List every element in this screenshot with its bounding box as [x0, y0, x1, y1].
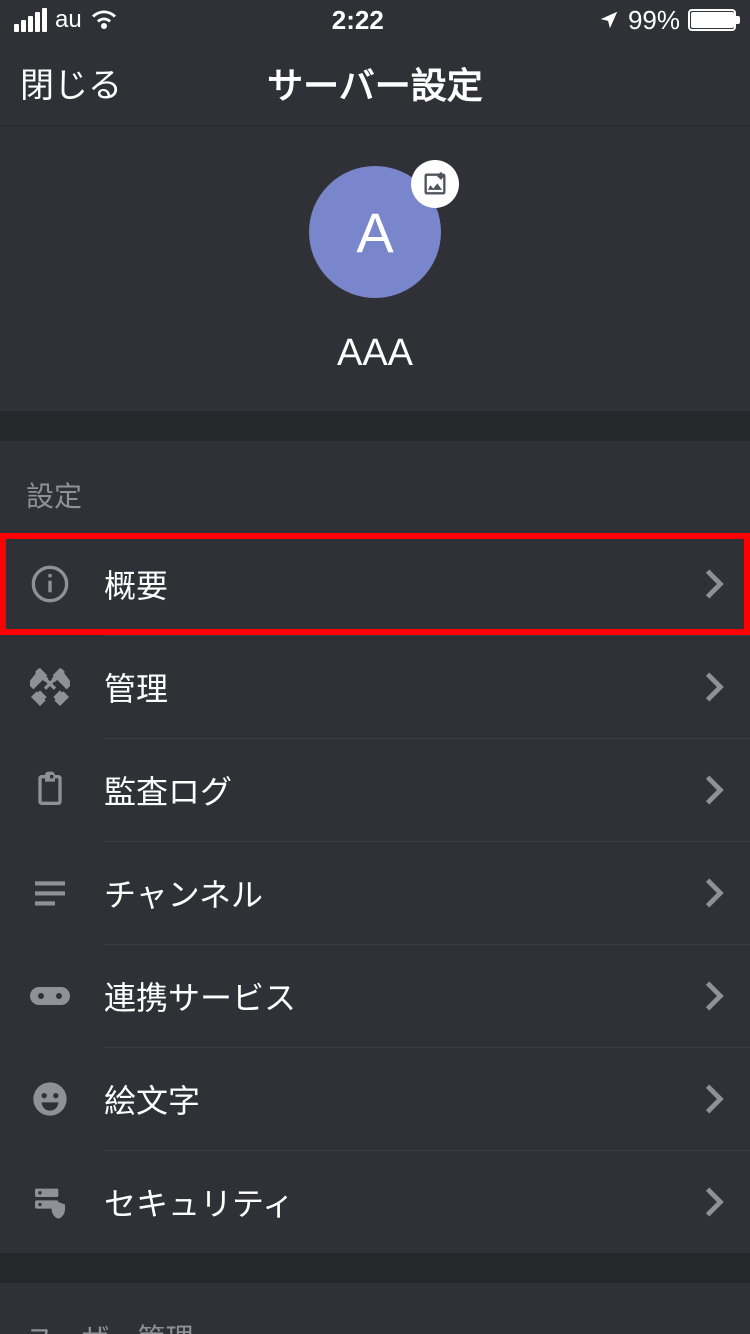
row-emoji[interactable]: 絵文字 — [0, 1048, 750, 1150]
location-icon — [598, 9, 620, 31]
close-button[interactable]: 閉じる — [20, 58, 122, 107]
status-left: au — [14, 6, 118, 34]
row-integrations[interactable]: 連携サービス — [0, 945, 750, 1047]
row-label: 絵文字 — [104, 1076, 704, 1122]
upload-image-icon[interactable] — [411, 160, 459, 208]
battery-icon — [688, 9, 736, 31]
server-name: AAA — [0, 332, 750, 375]
row-channel[interactable]: チャンネル — [0, 842, 750, 944]
emoji-icon — [26, 1079, 74, 1119]
list-icon — [26, 873, 74, 913]
section-label-settings: 設定 — [0, 441, 750, 533]
chevron-right-icon — [704, 1186, 724, 1218]
chevron-right-icon — [704, 774, 724, 806]
chevron-right-icon — [704, 568, 724, 600]
row-manage[interactable]: 管理 — [0, 636, 750, 738]
section-label-user-mgmt: ユーザー管理 — [0, 1283, 750, 1334]
row-label: チャンネル — [104, 870, 704, 916]
crossed-swords-icon — [26, 667, 74, 707]
chevron-right-icon — [704, 671, 724, 703]
server-shield-icon — [26, 1182, 74, 1222]
row-label: 管理 — [104, 664, 704, 710]
info-icon — [26, 564, 74, 604]
section-gap — [0, 1253, 750, 1283]
chevron-right-icon — [704, 877, 724, 909]
status-time: 2:22 — [332, 5, 384, 36]
row-security[interactable]: セキュリティ — [0, 1151, 750, 1253]
row-label: 概要 — [104, 561, 704, 607]
avatar-wrap[interactable]: A — [309, 166, 441, 298]
chevron-right-icon — [704, 980, 724, 1012]
carrier-label: au — [55, 6, 82, 34]
nav-header: 閉じる サーバー設定 — [0, 40, 750, 126]
row-label: 連携サービス — [104, 973, 704, 1019]
row-label: 監査ログ — [104, 767, 704, 813]
chevron-right-icon — [704, 1083, 724, 1115]
signal-icon — [14, 8, 47, 32]
server-header: A AAA — [0, 126, 750, 411]
section-gap — [0, 411, 750, 441]
row-label: セキュリティ — [104, 1179, 704, 1225]
clipboard-icon — [26, 770, 74, 810]
status-right: 99% — [598, 5, 736, 36]
status-bar: au 2:22 99% — [0, 0, 750, 40]
row-overview[interactable]: 概要 — [0, 533, 750, 635]
gamepad-icon — [26, 981, 74, 1011]
row-audit-log[interactable]: 監査ログ — [0, 739, 750, 841]
wifi-icon — [90, 9, 118, 31]
page-title: サーバー設定 — [267, 57, 483, 109]
battery-percent: 99% — [628, 5, 680, 36]
